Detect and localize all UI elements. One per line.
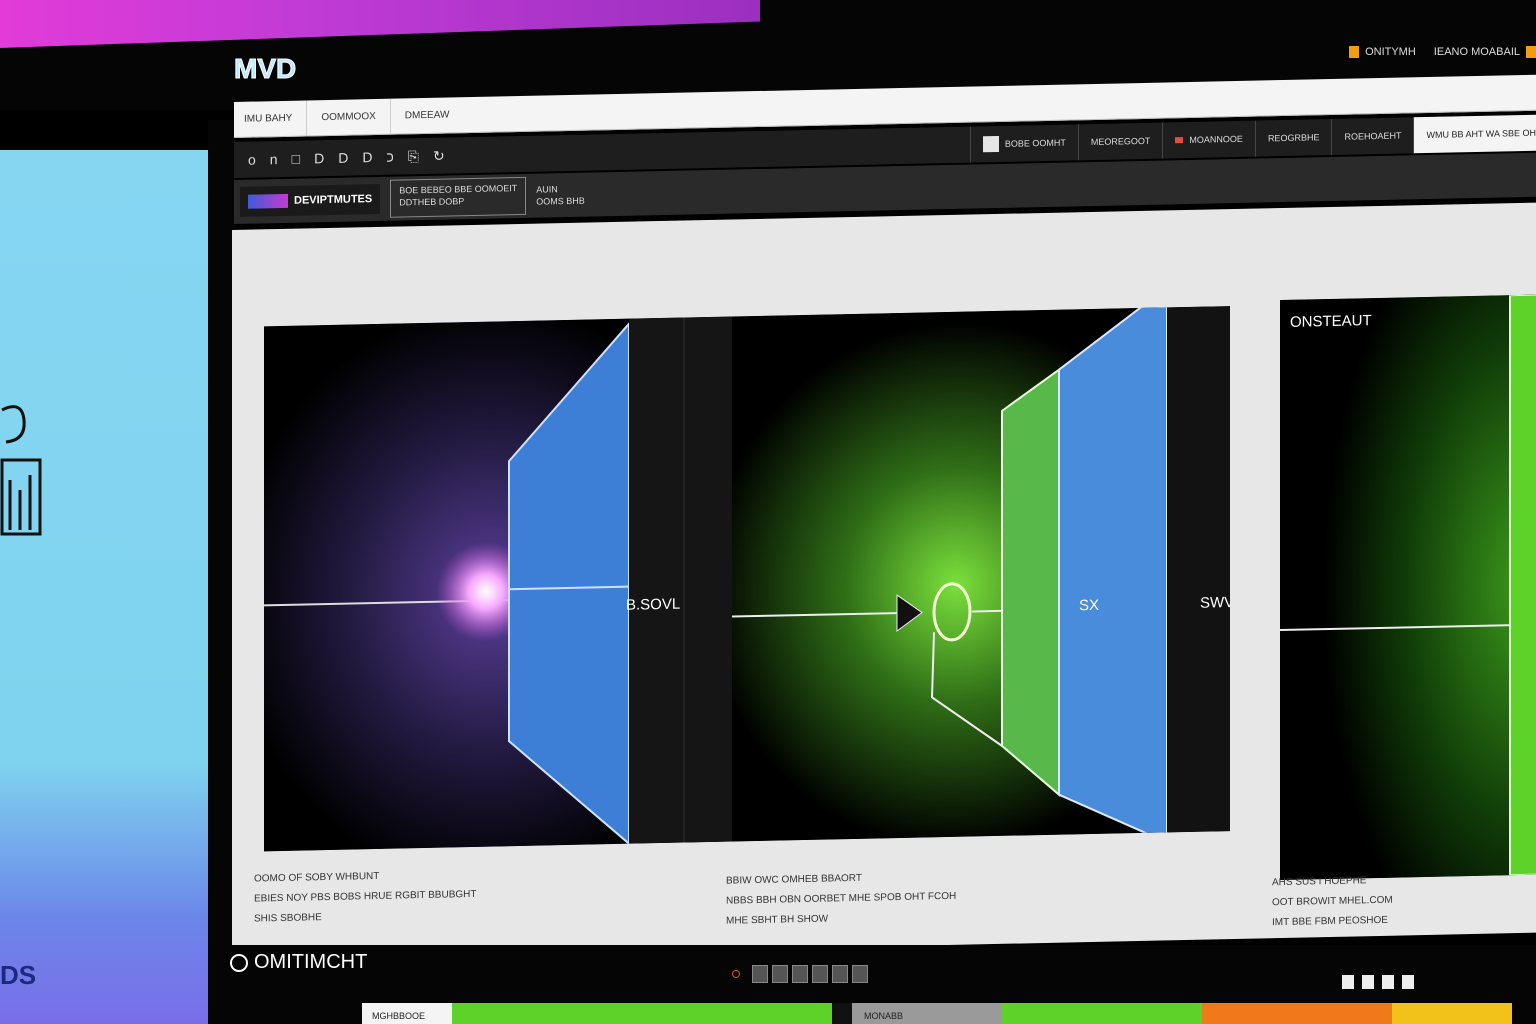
toolbar-button-2[interactable]: MEOREGOOT — [1077, 122, 1163, 161]
view-icon[interactable] — [1342, 975, 1354, 989]
frame-1-label: B.SOVL — [626, 595, 681, 614]
preview-frame-3[interactable]: ONSTEAUT — [1280, 293, 1536, 881]
button-label: REOGRBHE — [1267, 132, 1320, 144]
tab-label: IMU BAHY — [244, 112, 293, 125]
n-icon[interactable]: n — [270, 151, 278, 167]
timeline-tile[interactable] — [1202, 1003, 1392, 1024]
caption-line: SHIS SBOBHE — [254, 912, 322, 925]
record-icon[interactable] — [732, 970, 740, 978]
caption-1: OOMO OF SOBY WHBUNT EBIES NOY PBS BOBS H… — [254, 865, 476, 930]
frame-2-label: SX — [1079, 596, 1100, 615]
view-controls — [1342, 975, 1414, 989]
clip-thumb-icon[interactable] — [832, 965, 848, 983]
caption-line: IMT BBE FBM PEOSHOE — [1272, 914, 1388, 929]
orange-square-icon — [1526, 46, 1536, 58]
timeline-gap — [832, 1003, 852, 1024]
clip-thumb-icon[interactable] — [792, 965, 808, 983]
frame-2-graphic — [732, 306, 1230, 842]
timeline-tile[interactable] — [1392, 1003, 1512, 1024]
monitor-screen: MVD ONITYMH IEANO MOABAIL IMU BAHY OOMMO… — [222, 30, 1536, 1024]
info-panel-secondary[interactable]: AUIN OOMS BHB — [536, 183, 585, 208]
orange-flag-icon — [1349, 46, 1360, 58]
record-icon[interactable]: o — [248, 152, 256, 168]
button-label: BOBE OOMHT — [1004, 137, 1066, 149]
bottom-title-text: OMITIMCHT — [254, 951, 368, 973]
timeline-tile[interactable] — [1002, 1003, 1202, 1024]
project-brand[interactable]: DEVIPTMUTES — [240, 183, 381, 217]
info-panel-line: DDTHEB DOBP — [399, 196, 465, 208]
preview-frame-1[interactable]: B.SOVL — [264, 316, 734, 852]
header-right: ONITYMH IEANO MOABAIL — [1349, 32, 1536, 72]
clip-thumb-icon[interactable] — [812, 965, 828, 983]
hook-icon[interactable]: כ — [386, 149, 393, 165]
button-label: WMU BB AHT WA SBE OHE — [1426, 127, 1536, 141]
info-panel[interactable]: BOE BEBEO BBE OOMOEIT DDTHEB DOBP — [390, 176, 527, 218]
button-label: MOANNOOE — [1189, 133, 1243, 145]
circle-icon — [230, 953, 248, 972]
d-icon[interactable]: D — [314, 150, 324, 166]
caption-2: BBIW OWC OMHEB BBAORT NBBS BBH OBN OORBE… — [726, 867, 956, 932]
caption-line: OOT BROWIT MHEL.COM — [1272, 894, 1393, 909]
toolbar-button-4[interactable]: REOGRBHE — [1254, 119, 1332, 157]
main-content: B.SOVL SX SWV ONSTEAUT OOMO OF SOBY WHBU… — [232, 202, 1536, 960]
toolbar-button-3[interactable]: MOANNOOE — [1162, 120, 1255, 159]
wall-text: DS — [0, 960, 37, 990]
toolbar-button-1[interactable]: BOBE OOMHT — [969, 124, 1078, 163]
app-logo[interactable]: MVD — [234, 48, 304, 88]
tab-2[interactable]: OOMMOOX — [307, 98, 391, 136]
tab-label: DMEEAW — [404, 109, 450, 122]
export-icon[interactable]: ⎘ — [408, 148, 419, 165]
bottom-title[interactable]: OMITIMCHT — [230, 951, 367, 974]
red-dot-icon — [1175, 137, 1184, 144]
header-item-label: ONITYMH — [1365, 46, 1416, 58]
view-icon[interactable] — [1382, 975, 1394, 989]
wall-sticker-icon — [0, 405, 42, 536]
timeline-tile[interactable]: MGHBBOOE — [362, 1003, 452, 1024]
refresh-icon[interactable]: ↻ — [433, 147, 445, 164]
caption-3: AHS SUS I HOEPHE OOT BROWIT MHEL.COM IMT… — [1272, 871, 1393, 934]
toolbar-icons: o n □ D D D כ ⎘ ↻ — [234, 147, 445, 168]
button-label: ROEHOAEHT — [1344, 130, 1402, 142]
app-logo-text: MVD — [234, 53, 296, 84]
toolbar-button-5[interactable]: ROEHOAEHT — [1331, 117, 1414, 156]
caption-line: MHE SBHT BH SHOW — [726, 913, 829, 927]
frame-1-graphic — [264, 316, 734, 852]
button-label: MEOREGOOT — [1090, 135, 1151, 148]
tab-1[interactable]: IMU BAHY — [234, 100, 308, 137]
view-icon[interactable] — [1362, 975, 1374, 989]
frame-side-label: SWV — [1200, 594, 1230, 612]
view-icon[interactable] — [1402, 975, 1414, 989]
mini-controls — [732, 965, 868, 983]
toolbar-button-6[interactable]: WMU BB AHT WA SBE OHE — [1413, 114, 1536, 154]
tab-label: OOMMOOX — [321, 111, 376, 124]
preview-frame-2[interactable]: SX SWV — [732, 306, 1230, 842]
tab-3[interactable]: DMEEAW — [391, 97, 464, 134]
header-item-account[interactable]: ONITYMH — [1349, 46, 1416, 58]
square-icon[interactable]: □ — [292, 151, 300, 167]
frame-3-graphic — [1280, 293, 1536, 881]
caption-line: AHS SUS I HOEPHE — [1272, 875, 1367, 889]
d-icon[interactable]: D — [338, 150, 348, 166]
info-panel-line: AUIN — [536, 184, 558, 195]
d-icon[interactable]: D — [362, 149, 372, 165]
timeline-tile[interactable]: MONABB — [852, 1003, 1002, 1024]
info-panel-line: OOMS BHB — [536, 195, 585, 207]
background-wall — [0, 150, 220, 1024]
brand-flag-icon — [248, 193, 288, 209]
tile-label: MONABB — [864, 1011, 904, 1021]
frame-3-label: ONSTEAUT — [1290, 312, 1372, 331]
header-item-menu[interactable]: IEANO MOABAIL — [1434, 46, 1536, 58]
clip-thumb-icon[interactable] — [752, 965, 768, 983]
header-item-label: IEANO MOABAIL — [1433, 46, 1520, 58]
tile-label: MGHBBOOE — [372, 1011, 426, 1021]
bottom-panel: OMITIMCHT MGHBBOOE MONABB — [222, 945, 1536, 1024]
timeline-tiles: MGHBBOOE MONABB — [362, 1003, 1512, 1024]
photo-scene: DS MVD ONITYMH IEANO MOABAIL IMU BAHY OO… — [0, 0, 1536, 1024]
document-icon — [982, 135, 999, 153]
brand-label: DEVIPTMUTES — [294, 193, 373, 207]
timeline-tile[interactable] — [452, 1003, 832, 1024]
clip-thumb-icon[interactable] — [852, 965, 868, 983]
clip-thumb-icon[interactable] — [772, 965, 788, 983]
